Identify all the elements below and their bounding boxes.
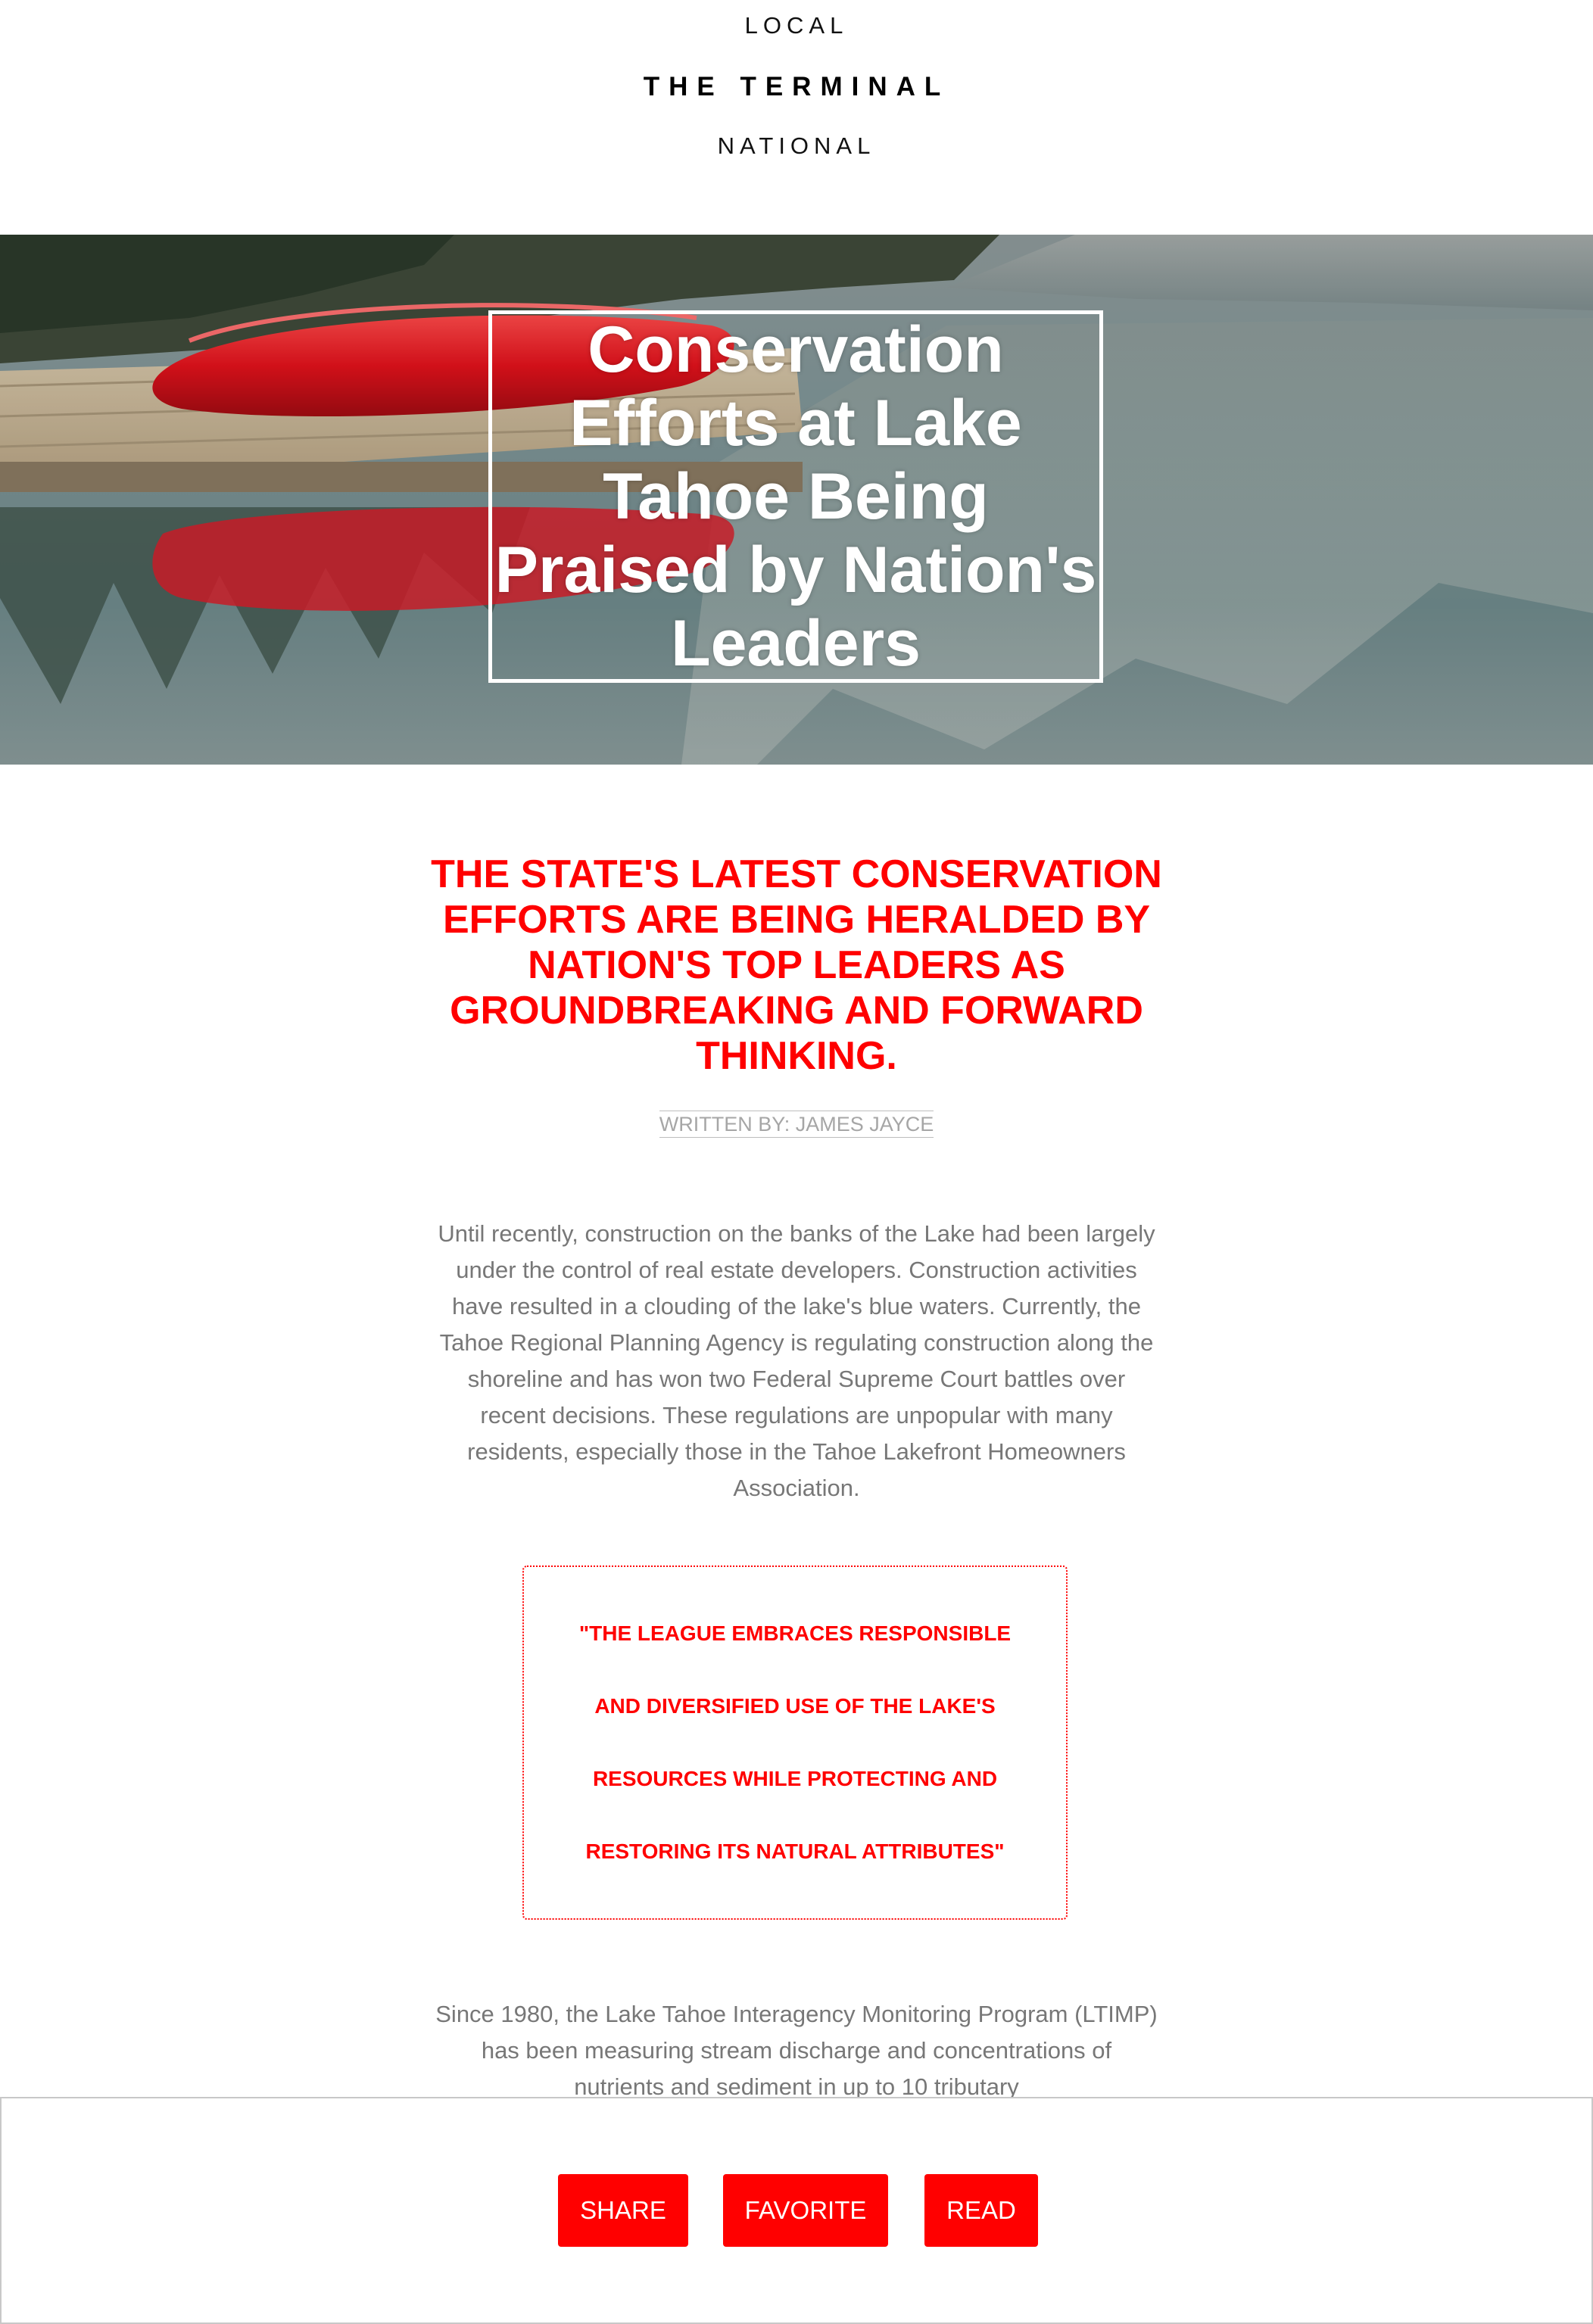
- author-link[interactable]: WRITTEN BY: JAMES JAYCE: [659, 1111, 934, 1138]
- hero-title-frame: Conservation Efforts at Lake Tahoe Being…: [488, 310, 1103, 683]
- pull-quote: "THE LEAGUE EMBRACES RESPONSIBLE AND DIV…: [522, 1565, 1068, 1920]
- favorite-button[interactable]: FAVORITE: [723, 2174, 888, 2247]
- pull-quote-text: "THE LEAGUE EMBRACES RESPONSIBLE AND DIV…: [578, 1622, 1012, 1863]
- nav-link-national[interactable]: NATIONAL: [0, 132, 1593, 160]
- article-subheadline: THE STATE'S LATEST CONSERVATION EFFORTS …: [431, 852, 1162, 1078]
- site-brand[interactable]: THE TERMINAL: [0, 72, 1593, 102]
- nav-link-local[interactable]: LOCAL: [0, 12, 1593, 39]
- article-paragraph: Since 1980, the Lake Tahoe Interagency M…: [435, 2001, 1158, 2100]
- share-button[interactable]: SHARE: [558, 2174, 688, 2247]
- hero-title: Conservation Efforts at Lake Tahoe Being…: [494, 313, 1097, 680]
- byline: WRITTEN BY: JAMES JAYCE: [0, 1111, 1593, 1138]
- page: LOCAL THE TERMINAL NATIONAL Conservation…: [0, 0, 1593, 2324]
- article-paragraph: Until recently, construction on the bank…: [438, 1220, 1155, 1501]
- read-button[interactable]: READ: [924, 2174, 1038, 2247]
- top-nav: LOCAL THE TERMINAL NATIONAL: [0, 0, 1593, 227]
- hero-banner: Conservation Efforts at Lake Tahoe Being…: [0, 235, 1593, 765]
- action-bar: SHARE FAVORITE READ: [0, 2097, 1593, 2324]
